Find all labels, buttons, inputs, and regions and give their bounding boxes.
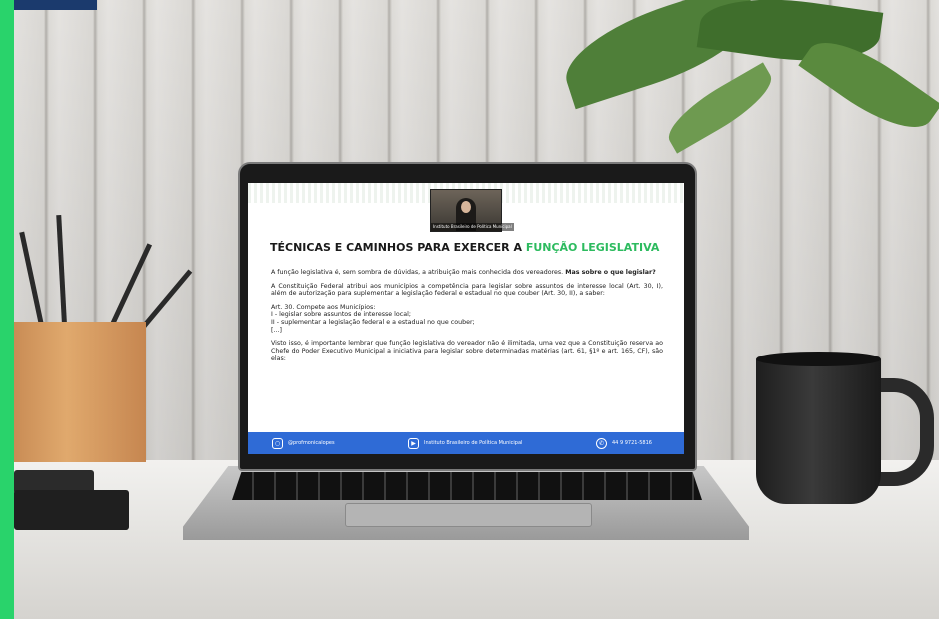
footer-youtube: ▶ Instituto Brasileiro de Política Munic… <box>408 436 522 450</box>
photo-scene: Instituto Brasileiro de Política Municip… <box>0 0 939 619</box>
paragraph-2: A Constituição Federal atribui aos munic… <box>271 282 663 298</box>
paragraph-1-text: A função legislativa é, sem sombra de dú… <box>271 269 564 276</box>
pencil-cup <box>14 322 146 462</box>
laptop-keyboard <box>232 472 702 500</box>
slide-footer: ○ @profmonicalopes ▶ Instituto Brasileir… <box>248 432 684 454</box>
article-quote: Art. 30. Compete aos Municípios: I - leg… <box>271 304 663 334</box>
mug-rim <box>756 352 881 366</box>
footer-instagram: ○ @profmonicalopes <box>272 436 335 450</box>
whatsapp-number: 44 9 9721-5816 <box>612 440 652 446</box>
footer-whatsapp: ✆ 44 9 9721-5816 <box>596 436 652 450</box>
article-line: [...] <box>271 326 282 334</box>
youtube-channel: Instituto Brasileiro de Política Municip… <box>424 440 523 446</box>
paragraph-4: Visto isso, é importante lembrar que fun… <box>271 340 663 363</box>
instagram-icon: ○ <box>272 437 283 449</box>
slide-title: TÉCNICAS E CAMINHOS PARA EXERCER A FUNÇÃ… <box>270 241 670 254</box>
paragraph-1: A função legislativa é, sem sombra de dú… <box>271 269 663 277</box>
slide-body: A função legislativa é, sem sombra de dú… <box>271 269 663 369</box>
article-line: II - suplementar a legislação federal e … <box>271 318 475 326</box>
left-accent-bar <box>0 0 14 619</box>
instagram-handle: @profmonicalopes <box>288 440 335 446</box>
presentation-slide: Instituto Brasileiro de Política Municip… <box>248 183 684 454</box>
slide-title-main: TÉCNICAS E CAMINHOS PARA EXERCER A <box>270 241 522 254</box>
whatsapp-icon: ✆ <box>596 437 607 449</box>
slide-title-accent: FUNÇÃO LEGISLATIVA <box>525 241 660 254</box>
laptop-trackpad <box>345 503 592 527</box>
video-caption: Instituto Brasileiro de Política Municip… <box>431 223 514 231</box>
article-line: Art. 30. Compete aos Municípios: <box>271 303 376 311</box>
notebook <box>14 490 129 530</box>
coffee-mug <box>756 356 881 504</box>
top-left-tab <box>14 0 97 10</box>
webcam-video-thumbnail: Instituto Brasileiro de Política Municip… <box>430 189 514 232</box>
paragraph-1-bold: Mas sobre o que legislar? <box>565 269 656 276</box>
article-line: I - legislar sobre assuntos de interesse… <box>271 311 411 319</box>
youtube-icon: ▶ <box>408 437 419 449</box>
presenter-face <box>461 201 471 213</box>
